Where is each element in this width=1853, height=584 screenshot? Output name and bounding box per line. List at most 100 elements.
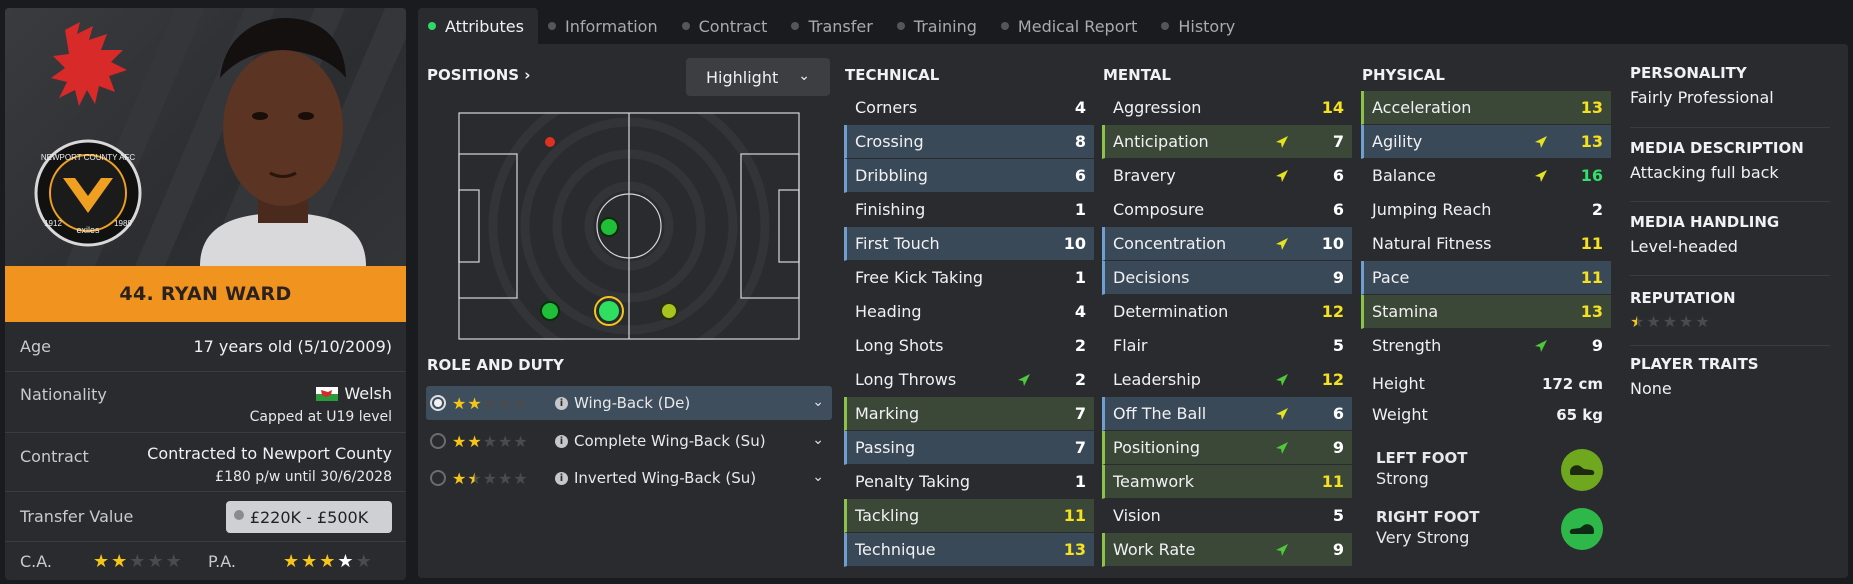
position-dot-selected[interactable] xyxy=(599,301,619,321)
attribute-row[interactable]: Leadership 12 xyxy=(1102,363,1352,397)
attribute-row[interactable]: Strength 9 xyxy=(1361,329,1611,363)
position-dot[interactable] xyxy=(545,137,555,147)
tab-transfer[interactable]: Transfer xyxy=(781,8,886,44)
attribute-name: Crossing xyxy=(855,132,924,151)
role-row[interactable]: ★ ★ ★ ★ ★ i Complete Wing-Back (Su) ⌄ xyxy=(426,424,832,458)
attribute-row[interactable]: Teamwork 11 xyxy=(1102,465,1352,499)
positions-heading[interactable]: POSITIONS › xyxy=(427,66,530,84)
info-icon[interactable]: i xyxy=(555,396,568,410)
attribute-row[interactable]: First Touch 10 xyxy=(844,227,1094,261)
radio-dot-icon xyxy=(434,399,442,407)
media-handling-heading: MEDIA HANDLING xyxy=(1630,213,1780,231)
position-dot[interactable] xyxy=(599,217,619,237)
ability-row: C.A. ★ ★ ★ ★ ★ P.A. ★ ★ ★ ★ ★ xyxy=(5,542,406,580)
attribute-row[interactable]: Vision 5 xyxy=(1102,499,1352,533)
role-row[interactable]: ★ ★ ★ ★ ★ i Wing-Back (De) ⌄ xyxy=(426,386,832,420)
attribute-name: Agility xyxy=(1372,132,1423,151)
attribute-row[interactable]: Positioning 9 xyxy=(1102,431,1352,465)
attribute-row[interactable]: Crossing 8 xyxy=(844,125,1094,159)
tab-medical-report[interactable]: Medical Report xyxy=(991,8,1151,44)
attribute-row[interactable]: Work Rate 9 xyxy=(1102,533,1352,567)
attribute-row[interactable]: Aggression 14 xyxy=(1102,91,1352,125)
star-half-icon: ★ xyxy=(467,468,482,488)
chevron-down-icon[interactable]: ⌄ xyxy=(812,469,824,485)
star-icon: ★ xyxy=(482,468,498,488)
highlight-dropdown[interactable]: Highlight ⌄ xyxy=(686,58,830,96)
physical-heading: PHYSICAL xyxy=(1362,66,1445,84)
crest-year-right: 1989 xyxy=(114,219,132,228)
info-icon[interactable]: i xyxy=(555,434,568,448)
attribute-value: 7 xyxy=(1074,438,1086,457)
attribute-name: Tackling xyxy=(855,506,920,525)
chevron-down-icon[interactable]: ⌄ xyxy=(812,394,824,410)
attribute-row[interactable]: Flair 5 xyxy=(1102,329,1352,363)
attribute-row[interactable]: Decisions 9 xyxy=(1102,261,1352,295)
pa-label: P.A. xyxy=(208,552,236,571)
contract-value[interactable]: Contracted to Newport County xyxy=(147,444,392,463)
right-boot-icon xyxy=(1561,508,1603,550)
attribute-row[interactable]: Finishing 1 xyxy=(844,193,1094,227)
tab-training[interactable]: Training xyxy=(887,8,991,44)
star-icon: ★ xyxy=(1646,312,1661,331)
role-radio[interactable] xyxy=(430,395,446,411)
weight-value: 65 kg xyxy=(1556,405,1603,424)
role-radio[interactable] xyxy=(430,433,446,449)
info-icon[interactable]: i xyxy=(555,471,568,485)
role-label: Inverted Wing-Back (Su) xyxy=(574,469,757,487)
attribute-name: Strength xyxy=(1372,336,1442,355)
transfer-value-pill[interactable]: £220K - £500K xyxy=(226,501,392,533)
position-dot[interactable] xyxy=(660,302,678,320)
attribute-row[interactable]: Tackling 11 xyxy=(844,499,1094,533)
attribute-row[interactable]: Pace 11 xyxy=(1361,261,1611,295)
nationality-value[interactable]: Welsh xyxy=(316,384,392,403)
attribute-row[interactable]: Passing 7 xyxy=(844,431,1094,465)
transfer-value-label: Transfer Value xyxy=(20,507,134,526)
attribute-row[interactable]: Jumping Reach 2 xyxy=(1361,193,1611,227)
attribute-row[interactable]: Bravery 6 xyxy=(1102,159,1352,193)
role-stars: ★ ★ ★ ★ ★ xyxy=(452,469,552,488)
attribute-value: 2 xyxy=(1591,200,1603,219)
attribute-row[interactable]: Corners 4 xyxy=(844,91,1094,125)
chevron-down-icon[interactable]: ⌄ xyxy=(812,432,824,448)
progress-arrow-icon xyxy=(1274,542,1290,558)
star-icon: ★ xyxy=(337,551,354,572)
attribute-row[interactable]: Long Throws 2 xyxy=(844,363,1094,397)
progress-arrow-icon xyxy=(1274,440,1290,456)
attribute-value: 9 xyxy=(1591,336,1603,355)
attribute-value: 5 xyxy=(1332,336,1344,355)
attribute-row[interactable]: Heading 4 xyxy=(844,295,1094,329)
role-radio[interactable] xyxy=(430,470,446,486)
tab-label: Contract xyxy=(698,16,768,36)
attribute-row[interactable]: Penalty Taking 1 xyxy=(844,465,1094,499)
position-dot[interactable] xyxy=(540,301,560,321)
attribute-row[interactable]: Anticipation 7 xyxy=(1102,125,1352,159)
progress-arrow-icon xyxy=(1274,406,1290,422)
attribute-name: Leadership xyxy=(1113,370,1201,389)
attribute-row[interactable]: Free Kick Taking 1 xyxy=(844,261,1094,295)
tab-attributes[interactable]: Attributes xyxy=(418,8,538,44)
attribute-row[interactable]: Stamina 13 xyxy=(1361,295,1611,329)
attribute-row[interactable]: Agility 13 xyxy=(1361,125,1611,159)
tab-information[interactable]: Information xyxy=(538,8,672,44)
attribute-value: 1 xyxy=(1074,268,1086,287)
attribute-value: 13 xyxy=(1580,302,1603,321)
star-icon: ★ xyxy=(301,551,318,572)
attribute-row[interactable]: Long Shots 2 xyxy=(844,329,1094,363)
star-icon: ★ xyxy=(467,393,482,413)
attribute-value: 6 xyxy=(1332,200,1344,219)
tab-contract[interactable]: Contract xyxy=(672,8,782,44)
role-row[interactable]: ★ ★ ★ ★ ★ i Inverted Wing-Back (Su) ⌄ xyxy=(426,461,832,495)
attribute-row[interactable]: Technique 13 xyxy=(844,533,1094,567)
attribute-row[interactable]: Concentration 10 xyxy=(1102,227,1352,261)
attribute-row[interactable]: Natural Fitness 11 xyxy=(1361,227,1611,261)
attribute-row[interactable]: Balance 16 xyxy=(1361,159,1611,193)
tab-label: Training xyxy=(913,16,977,36)
attribute-row[interactable]: Marking 7 xyxy=(844,397,1094,431)
attribute-row[interactable]: Acceleration 13 xyxy=(1361,91,1611,125)
attribute-row[interactable]: Off The Ball 6 xyxy=(1102,397,1352,431)
attribute-row[interactable]: Determination 12 xyxy=(1102,295,1352,329)
attribute-row[interactable]: Composure 6 xyxy=(1102,193,1352,227)
tab-history[interactable]: History xyxy=(1151,8,1249,44)
position-pitch xyxy=(458,112,800,340)
attribute-row[interactable]: Dribbling 6 xyxy=(844,159,1094,193)
